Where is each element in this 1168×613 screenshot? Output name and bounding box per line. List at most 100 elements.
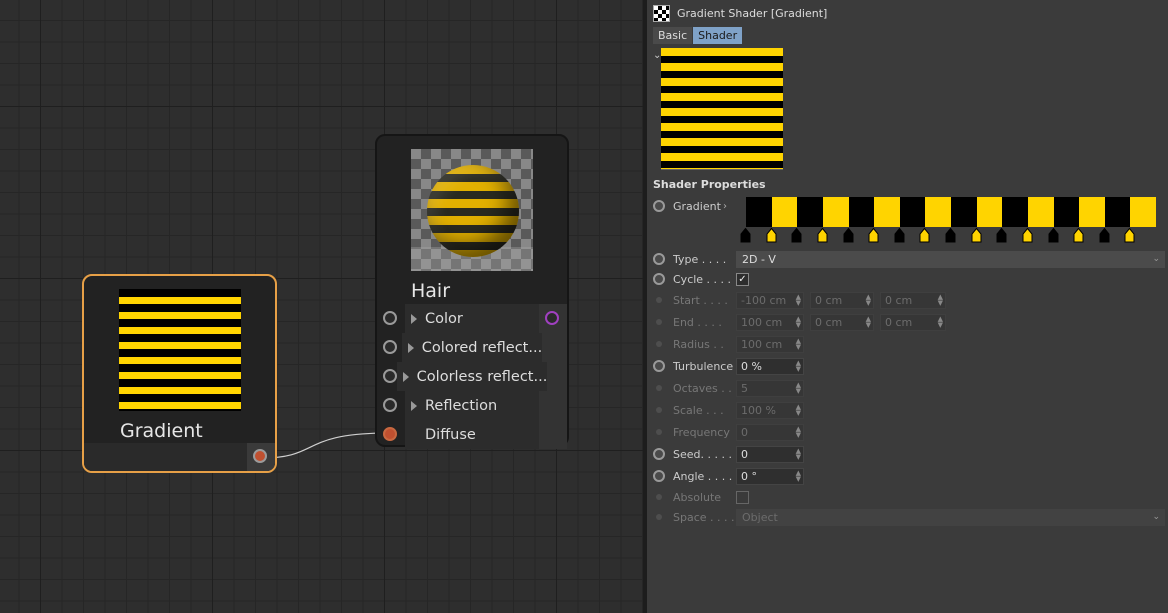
tab-shader[interactable]: Shader xyxy=(693,27,743,44)
end-y-value: 0 cm xyxy=(815,315,843,329)
keyframe-dot xyxy=(656,297,662,303)
keyframe-dot[interactable] xyxy=(653,448,665,460)
expand-arrow-icon[interactable] xyxy=(402,371,409,382)
gradient-knots[interactable] xyxy=(740,228,1160,244)
gradient-segment xyxy=(951,197,977,227)
gradient-knot[interactable] xyxy=(996,228,1007,243)
hair-port-diffuse[interactable]: Diffuse xyxy=(377,420,567,449)
scale-label: Scale . . . xyxy=(673,403,724,417)
keyframe-dot xyxy=(656,514,662,520)
hair-port-colorless-reflection[interactable]: Colorless reflect... xyxy=(377,362,567,391)
gradient-knot[interactable] xyxy=(740,228,751,243)
output-port-cell xyxy=(247,443,275,471)
gradient-knot[interactable] xyxy=(919,228,930,243)
hair-port-reflection[interactable]: Reflection xyxy=(377,391,567,420)
spin-icon: ▲ ▼ xyxy=(795,292,801,307)
scale-field[interactable]: 100 % ▲ ▼ xyxy=(736,401,804,419)
spin-icon: ▲ ▼ xyxy=(937,314,943,329)
gradient-knot[interactable] xyxy=(791,228,802,243)
absolute-checkbox[interactable] xyxy=(736,490,749,504)
color-input-port[interactable] xyxy=(383,311,397,325)
start-x-field[interactable]: -100 cm ▲ ▼ xyxy=(736,291,804,309)
color-output-port[interactable] xyxy=(545,311,559,325)
end-label: End . . . . xyxy=(673,315,722,329)
end-row: End . . . . 100 cm ▲ ▼ 0 cm ▲ ▼ 0 cm ▲ ▼ xyxy=(653,312,1165,332)
expand-arrow-icon[interactable] xyxy=(411,400,417,411)
start-y-field[interactable]: 0 cm ▲ ▼ xyxy=(810,291,874,309)
hair-port-colored-reflection[interactable]: Colored reflect... xyxy=(377,333,567,362)
scale-value: 100 % xyxy=(741,403,776,417)
expand-arrow-icon[interactable] xyxy=(407,342,414,353)
keyframe-dot[interactable] xyxy=(653,470,665,482)
gradient-segment xyxy=(797,197,823,227)
gradient-node[interactable]: Gradient xyxy=(82,274,277,473)
type-label: Type . . . . xyxy=(673,252,727,266)
frequency-field[interactable]: 0 ▲ ▼ xyxy=(736,423,804,441)
frequency-value: 0 xyxy=(741,425,748,439)
gradient-output-port[interactable] xyxy=(253,449,267,463)
gradient-segment xyxy=(1053,197,1080,227)
section-title: Shader Properties xyxy=(653,178,766,191)
diffuse-input-port[interactable] xyxy=(383,427,397,441)
gradient-bar[interactable] xyxy=(746,197,1156,227)
port-label: Diffuse xyxy=(425,426,476,443)
preview-sphere xyxy=(427,165,519,257)
gradient-knot[interactable] xyxy=(1022,228,1033,243)
gradient-knot[interactable] xyxy=(1124,228,1135,243)
end-y-field[interactable]: 0 cm ▲ ▼ xyxy=(810,313,874,331)
gradient-knot[interactable] xyxy=(843,228,854,243)
seed-field[interactable]: 0 ▲ ▼ xyxy=(736,445,804,463)
gradient-knot[interactable] xyxy=(1099,228,1110,243)
end-z-value: 0 cm xyxy=(885,315,913,329)
angle-row: Angle . . . . 0 ° ▲ ▼ xyxy=(653,466,1165,486)
keyframe-dot[interactable] xyxy=(653,253,665,265)
gradient-knot[interactable] xyxy=(817,228,828,243)
gradient-knot[interactable] xyxy=(1073,228,1084,243)
gradient-knot[interactable] xyxy=(766,228,777,243)
gradient-segment xyxy=(1027,197,1054,227)
node-editor-canvas[interactable]: Gradient Hair Color Colored reflect... C… xyxy=(0,0,643,613)
reflection-input-port[interactable] xyxy=(383,398,397,412)
octaves-field[interactable]: 5 ▲ ▼ xyxy=(736,379,804,397)
end-z-field[interactable]: 0 cm ▲ ▼ xyxy=(880,313,946,331)
spin-icon: ▲ ▼ xyxy=(795,358,801,373)
gradient-segment xyxy=(899,197,926,227)
attribute-panel: Gradient Shader [Gradient] Basic Shader … xyxy=(647,0,1168,613)
port-label: Colorless reflect... xyxy=(416,368,548,385)
gradient-knot[interactable] xyxy=(894,228,905,243)
hair-node[interactable]: Hair Color Colored reflect... Colorless … xyxy=(375,134,569,449)
end-x-field[interactable]: 100 cm ▲ ▼ xyxy=(736,313,804,331)
port-label: Reflection xyxy=(425,397,498,414)
keyframe-dot xyxy=(656,385,662,391)
gradient-knot[interactable] xyxy=(971,228,982,243)
tab-basic[interactable]: Basic xyxy=(653,27,693,44)
gradient-knot[interactable] xyxy=(945,228,956,243)
gradient-knot[interactable] xyxy=(868,228,879,243)
chevron-right-icon[interactable]: › xyxy=(723,201,727,212)
gradient-segment xyxy=(1104,197,1131,227)
start-z-value: 0 cm xyxy=(885,293,913,307)
keyframe-dot[interactable] xyxy=(653,200,665,212)
gradient-segment xyxy=(822,197,849,227)
gradient-segment xyxy=(771,197,798,227)
type-row: Type . . . . 2D - V ⌄ xyxy=(653,249,1165,269)
cycle-checkbox[interactable]: ✓ xyxy=(736,272,749,286)
port-label: Color xyxy=(425,310,463,327)
turbulence-field[interactable]: 0 % ▲ ▼ xyxy=(736,357,804,375)
start-z-field[interactable]: 0 cm ▲ ▼ xyxy=(880,291,946,309)
gradient-segment xyxy=(848,197,875,227)
keyframe-dot[interactable] xyxy=(653,273,665,285)
type-dropdown[interactable]: 2D - V ⌄ xyxy=(736,250,1165,268)
colored-reflection-input-port[interactable] xyxy=(383,340,397,354)
expand-arrow-icon[interactable] xyxy=(411,313,417,324)
angle-label: Angle . . . . xyxy=(673,469,733,483)
colorless-reflection-input-port[interactable] xyxy=(383,369,397,383)
hair-port-color[interactable]: Color xyxy=(377,304,567,333)
keyframe-dot xyxy=(656,494,662,500)
angle-field[interactable]: 0 ° ▲ ▼ xyxy=(736,467,804,485)
radius-field[interactable]: 100 cm ▲ ▼ xyxy=(736,335,804,353)
gradient-knot[interactable] xyxy=(1048,228,1059,243)
space-dropdown[interactable]: Object ⌄ xyxy=(736,508,1165,526)
gradient-segment xyxy=(746,197,772,227)
keyframe-dot[interactable] xyxy=(653,360,665,372)
